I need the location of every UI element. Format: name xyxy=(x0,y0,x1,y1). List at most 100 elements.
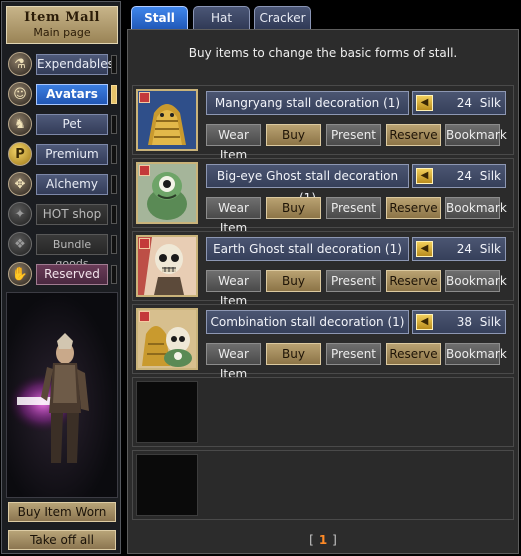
buy-button[interactable]: Buy xyxy=(266,270,321,292)
window-subtitle[interactable]: Main page xyxy=(7,26,117,39)
tab-hat[interactable]: Hat xyxy=(193,6,250,29)
sidebar-item-label[interactable]: Premium xyxy=(36,144,108,165)
price-currency: Silk xyxy=(479,315,501,329)
selection-indicator xyxy=(111,175,117,194)
new-badge-icon xyxy=(139,92,150,103)
buy-item-worn-button[interactable]: Buy Item Worn xyxy=(8,502,116,522)
item-name: Big-eye Ghost stall decoration (1) xyxy=(206,164,409,205)
item-name: Mangryang stall decoration (1) xyxy=(206,91,409,115)
item-price: ◀ 38 Silk xyxy=(412,310,506,334)
empty-item-slot xyxy=(132,450,514,520)
silk-icon: ◀ xyxy=(416,95,433,111)
sidebar-item-label[interactable]: Pet xyxy=(36,114,108,135)
empty-item-slot xyxy=(132,377,514,447)
avatar-icon: ☺ xyxy=(8,82,32,106)
sidebar-item-label[interactable]: Alchemy xyxy=(36,174,108,195)
wear-item-button[interactable]: Wear Item xyxy=(206,197,261,235)
item-thumbnail-mangryang[interactable] xyxy=(136,89,198,151)
sidebar-item-label[interactable]: Bundle goods xyxy=(36,234,108,270)
item-row: Big-eye Ghost stall decoration (1) ◀ 24 … xyxy=(132,158,514,235)
sidebar-item-label[interactable]: Reserved xyxy=(36,264,108,285)
silk-icon: ◀ xyxy=(416,314,433,330)
left-panel: Item Mall Main page ⚗ Expendables ☺ Avat… xyxy=(1,1,121,554)
price-value: 24 xyxy=(456,242,472,256)
bundle-icon: ❖ xyxy=(8,232,32,256)
selection-indicator xyxy=(111,205,117,224)
pet-icon: ♞ xyxy=(8,112,32,136)
pagination-right-bracket: ] xyxy=(332,533,337,547)
reserve-button[interactable]: Reserve xyxy=(386,270,441,292)
present-button[interactable]: Present xyxy=(326,197,381,219)
sidebar-item-expendables[interactable]: ⚗ Expendables xyxy=(6,50,120,80)
selection-indicator xyxy=(111,265,117,284)
sidebar-item-avatars[interactable]: ☺ Avatars xyxy=(6,80,120,110)
take-off-all-button[interactable]: Take off all xyxy=(8,530,116,550)
sidebar-item-premium[interactable]: P Premium xyxy=(6,140,120,170)
item-price: ◀ 24 Silk xyxy=(412,164,506,188)
price-value: 24 xyxy=(456,96,472,110)
pagination: [1] xyxy=(128,533,518,547)
bookmark-button[interactable]: Bookmark xyxy=(445,197,507,219)
item-thumbnail-combination[interactable] xyxy=(136,308,198,370)
buy-button[interactable]: Buy xyxy=(266,124,321,146)
sidebar-item-reserved[interactable]: ✋ Reserved xyxy=(6,260,120,290)
potion-icon: ⚗ xyxy=(8,52,32,76)
selection-indicator xyxy=(111,55,117,74)
page-number-current[interactable]: 1 xyxy=(319,533,327,547)
price-value: 38 xyxy=(456,315,472,329)
item-thumbnail-earth-ghost[interactable] xyxy=(136,235,198,297)
new-badge-icon xyxy=(139,311,150,322)
tab-cracker[interactable]: Cracker xyxy=(254,6,311,29)
item-name: Earth Ghost stall decoration (1) xyxy=(206,237,409,261)
sidebar-item-label[interactable]: Expendables xyxy=(36,54,114,75)
buy-button[interactable]: Buy xyxy=(266,343,321,365)
item-row: Combination stall decoration (1) ◀ 38 Si… xyxy=(132,304,514,381)
item-row: Earth Ghost stall decoration (1) ◀ 24 Si… xyxy=(132,231,514,308)
selection-indicator xyxy=(111,115,117,134)
price-currency: Silk xyxy=(479,169,501,183)
item-list-panel: Buy items to change the basic forms of s… xyxy=(127,29,519,554)
pagination-left-bracket: [ xyxy=(309,533,314,547)
sidebar-item-bundle-goods[interactable]: ❖ Bundle goods xyxy=(6,230,120,270)
wear-item-button[interactable]: Wear Item xyxy=(206,124,261,162)
character-model-image xyxy=(7,333,89,463)
reserved-icon: ✋ xyxy=(8,262,32,286)
price-value: 24 xyxy=(456,169,472,183)
premium-icon: P xyxy=(8,142,32,166)
item-mall-header: Item Mall Main page xyxy=(6,6,118,44)
alchemy-icon: ✥ xyxy=(8,172,32,196)
category-menu: ⚗ Expendables ☺ Avatars ♞ Pet P Premium … xyxy=(6,50,120,290)
buy-button[interactable]: Buy xyxy=(266,197,321,219)
reserve-button[interactable]: Reserve xyxy=(386,197,441,219)
sidebar-item-hot-shop[interactable]: ✦ HOT shop xyxy=(6,200,120,230)
wear-item-button[interactable]: Wear Item xyxy=(206,343,261,381)
selection-indicator xyxy=(111,235,117,254)
sidebar-item-label[interactable]: Avatars xyxy=(36,84,108,105)
bookmark-button[interactable]: Bookmark xyxy=(445,270,507,292)
empty-thumbnail xyxy=(136,381,198,443)
sidebar-item-label[interactable]: HOT shop xyxy=(36,204,108,225)
new-badge-icon xyxy=(139,238,150,249)
character-preview[interactable] xyxy=(6,292,118,498)
present-button[interactable]: Present xyxy=(326,343,381,365)
sidebar-item-alchemy[interactable]: ✥ Alchemy xyxy=(6,170,120,200)
new-badge-icon xyxy=(139,165,150,176)
tab-stall[interactable]: Stall xyxy=(131,6,188,29)
present-button[interactable]: Present xyxy=(326,124,381,146)
bookmark-button[interactable]: Bookmark xyxy=(445,343,507,365)
bookmark-button[interactable]: Bookmark xyxy=(445,124,507,146)
empty-thumbnail xyxy=(136,454,198,516)
silk-icon: ◀ xyxy=(416,241,433,257)
item-price: ◀ 24 Silk xyxy=(412,91,506,115)
category-description: Buy items to change the basic forms of s… xyxy=(188,46,458,60)
present-button[interactable]: Present xyxy=(326,270,381,292)
selection-indicator xyxy=(111,145,117,164)
item-thumbnail-big-eye-ghost[interactable] xyxy=(136,162,198,224)
item-price: ◀ 24 Silk xyxy=(412,237,506,261)
reserve-button[interactable]: Reserve xyxy=(386,343,441,365)
item-row: Mangryang stall decoration (1) ◀ 24 Silk… xyxy=(132,85,514,162)
reserve-button[interactable]: Reserve xyxy=(386,124,441,146)
selection-indicator xyxy=(111,85,117,104)
sidebar-item-pet[interactable]: ♞ Pet xyxy=(6,110,120,140)
wear-item-button[interactable]: Wear Item xyxy=(206,270,261,308)
